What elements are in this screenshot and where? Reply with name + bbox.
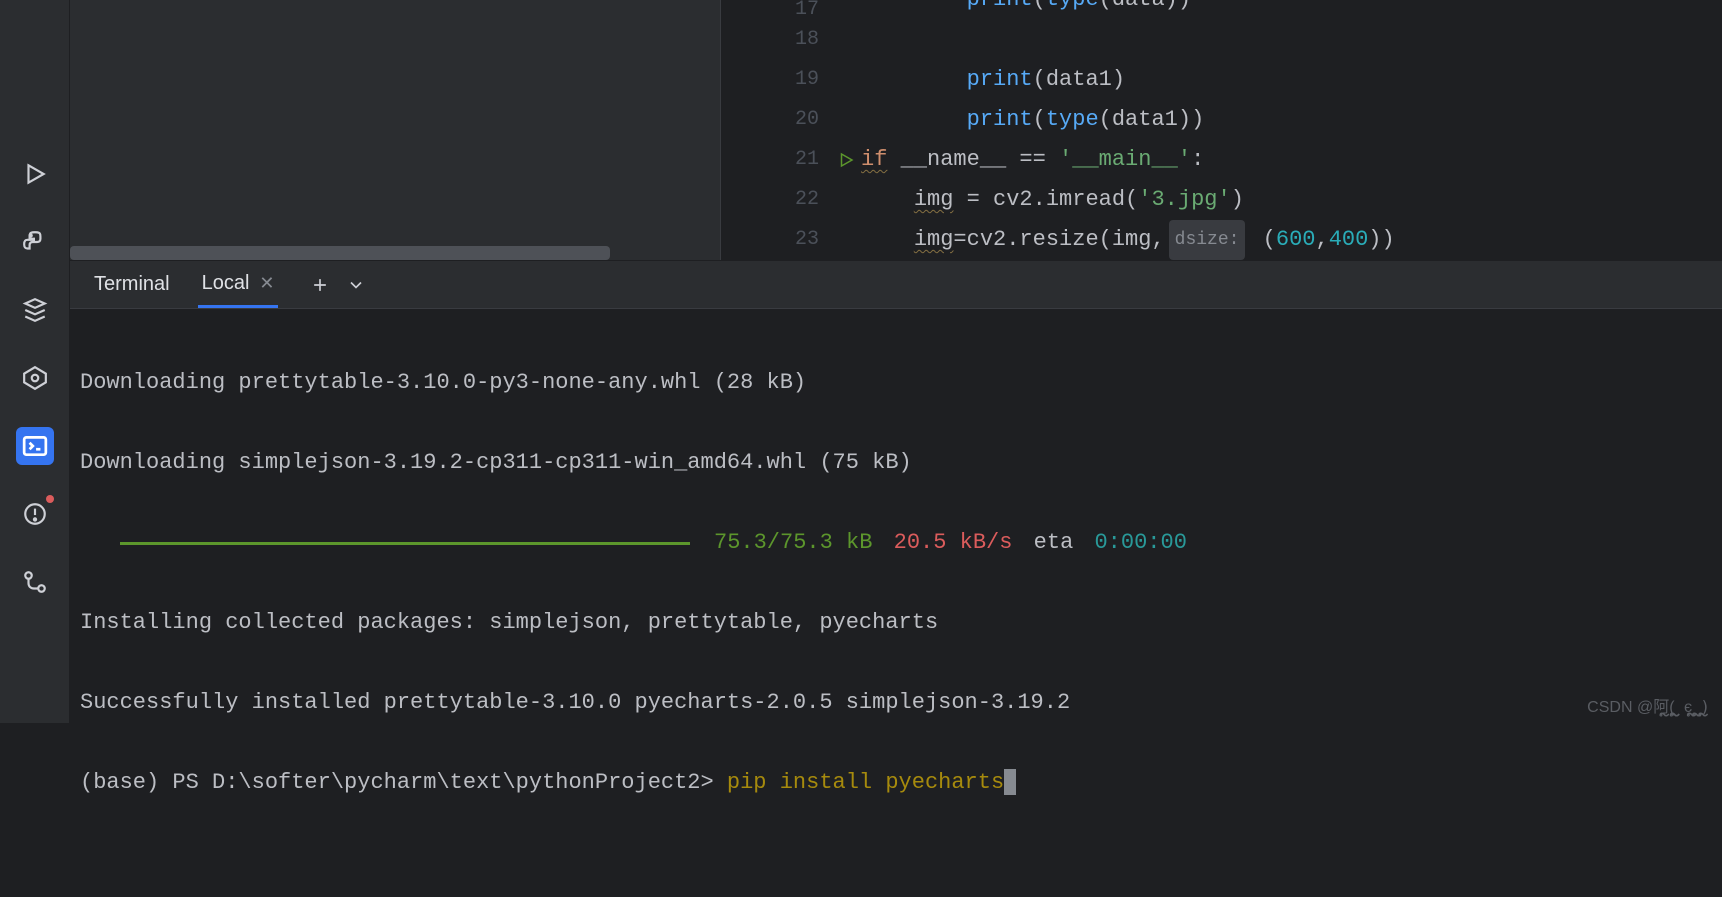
line-number: 23 bbox=[721, 220, 819, 260]
code-area[interactable]: print(type(data)) print(data1) print(typ… bbox=[861, 0, 1722, 260]
code-line[interactable]: print(data1) bbox=[861, 60, 1722, 100]
line-number-gutter: 17181920212223 bbox=[721, 0, 831, 260]
line-number: 17 bbox=[721, 0, 819, 20]
tab-local[interactable]: Local ✕ bbox=[198, 262, 279, 308]
code-line[interactable]: print(type(data1)) bbox=[861, 100, 1722, 140]
python-console-icon[interactable] bbox=[16, 223, 54, 261]
terminal-prompt-line: (base) PS D:\softer\pycharm\text\pythonP… bbox=[80, 763, 1712, 803]
terminal-line: Installing collected packages: simplejso… bbox=[80, 603, 1712, 643]
left-editor-pane[interactable] bbox=[70, 0, 720, 260]
line-number: 21 bbox=[721, 140, 819, 180]
cursor-icon bbox=[1004, 769, 1016, 795]
notification-dot-icon bbox=[46, 495, 54, 503]
panel-tab-bar: Terminal Local ✕ bbox=[70, 261, 1722, 309]
progress-eta-label: eta bbox=[1034, 523, 1074, 563]
terminal-line: Downloading prettytable-3.10.0-py3-none-… bbox=[80, 363, 1712, 403]
progress-bar bbox=[120, 542, 690, 545]
param-hint: dsize: bbox=[1169, 220, 1246, 260]
run-gutter bbox=[831, 0, 861, 260]
code-line[interactable]: if __name__ == '__main__': bbox=[861, 140, 1722, 180]
progress-eta: 0:00:00 bbox=[1094, 523, 1186, 563]
command-text: pip install pyecharts bbox=[727, 770, 1004, 795]
watermark: CSDN @阿ຼ( ຼຼ є ຼ ຼ)ຼ bbox=[1587, 693, 1708, 717]
new-session-icon[interactable] bbox=[310, 275, 330, 295]
line-number: 19 bbox=[721, 60, 819, 100]
right-editor-pane[interactable]: 17181920212223 print(type(data)) print(d… bbox=[720, 0, 1722, 260]
code-line[interactable] bbox=[861, 20, 1722, 60]
terminal-line: Downloading simplejson-3.19.2-cp311-cp31… bbox=[80, 443, 1712, 483]
close-icon[interactable]: ✕ bbox=[259, 273, 274, 294]
editor-split: 17181920212223 print(type(data)) print(d… bbox=[70, 0, 1722, 261]
tab-terminal[interactable]: Terminal bbox=[90, 263, 174, 306]
line-number: 22 bbox=[721, 180, 819, 220]
main-area: 17181920212223 print(type(data)) print(d… bbox=[70, 0, 1722, 723]
prompt-text: (base) PS D:\softer\pycharm\text\pythonP… bbox=[80, 770, 727, 795]
code-line[interactable]: img = cv2.imread('3.jpg') bbox=[861, 180, 1722, 220]
code-line[interactable]: img=cv2.resize(img,dsize: (600,400)) bbox=[861, 220, 1722, 260]
line-number: 18 bbox=[721, 20, 819, 60]
terminal-output[interactable]: Downloading prettytable-3.10.0-py3-none-… bbox=[70, 309, 1722, 897]
left-toolbar bbox=[0, 0, 70, 723]
debug-icon[interactable] bbox=[16, 359, 54, 397]
bottom-panel: Terminal Local ✕ Downloading prettytable… bbox=[70, 261, 1722, 897]
run-icon[interactable] bbox=[16, 155, 54, 193]
progress-speed: 20.5 kB/s bbox=[894, 523, 1013, 563]
code-line[interactable]: print(type(data)) bbox=[861, 0, 1722, 20]
progress-done: 75.3/75.3 kB bbox=[714, 523, 872, 563]
tab-terminal-label: Terminal bbox=[94, 273, 170, 296]
terminal-line: Successfully installed prettytable-3.10.… bbox=[80, 683, 1712, 723]
line-number: 20 bbox=[721, 100, 819, 140]
tab-local-label: Local bbox=[202, 272, 250, 295]
chevron-down-icon[interactable] bbox=[346, 275, 366, 295]
problems-icon[interactable] bbox=[16, 495, 54, 533]
horizontal-scrollbar[interactable] bbox=[70, 246, 610, 260]
progress-line: 75.3/75.3 kB 20.5 kB/s eta 0:00:00 bbox=[80, 523, 1712, 563]
terminal-icon[interactable] bbox=[16, 427, 54, 465]
services-icon[interactable] bbox=[16, 291, 54, 329]
run-line-icon[interactable] bbox=[837, 151, 855, 169]
vcs-icon[interactable] bbox=[16, 563, 54, 601]
